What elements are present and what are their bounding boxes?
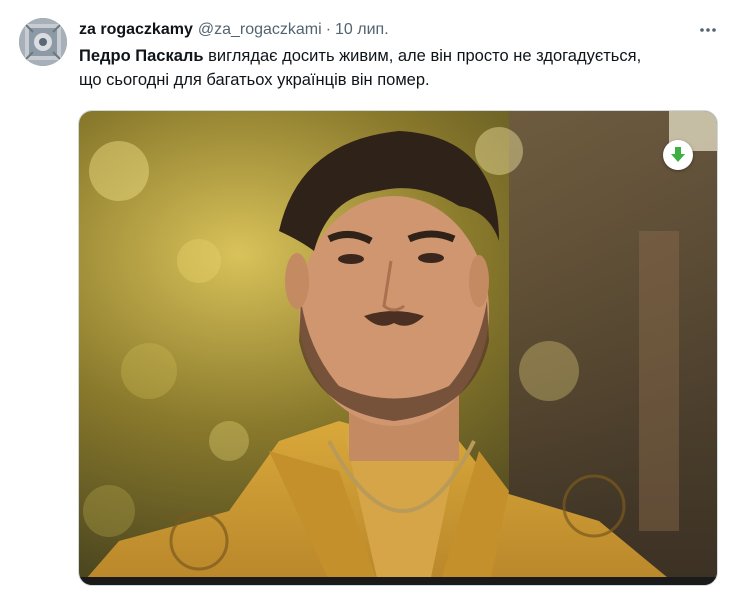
tweet-date[interactable]: 10 лип. <box>335 21 389 39</box>
download-arrow-icon <box>671 147 685 162</box>
avatar-image <box>19 18 67 66</box>
more-dots-icon[interactable] <box>696 18 720 42</box>
tweet-text-bold: Педро Паскаль <box>79 47 204 65</box>
tweet-header: za rogaczkamy @za_rogaczkami · 10 лип. <box>79 19 389 41</box>
separator-dot: · <box>325 21 332 38</box>
tweet-text-line-2: що сьогодні для багатьох українців він п… <box>79 71 430 89</box>
tweet-text-line-1-rest: виглядає досить живим, але він просто не… <box>203 47 642 65</box>
download-button[interactable] <box>663 140 693 170</box>
photo-image <box>79 111 717 585</box>
tweet[interactable]: za rogaczkamy @za_rogaczkami · 10 лип. П… <box>0 0 740 598</box>
tweet-text-line-1: Педро Паскаль виглядає досить живим, але… <box>79 44 719 68</box>
tweet-media-photo[interactable] <box>78 110 718 586</box>
author-display-name[interactable]: za rogaczkamy <box>79 21 193 39</box>
tweet-text: Педро Паскаль виглядає досить живим, але… <box>79 44 719 92</box>
author-handle[interactable]: @za_rogaczkami <box>198 21 322 39</box>
avatar[interactable] <box>19 18 67 66</box>
